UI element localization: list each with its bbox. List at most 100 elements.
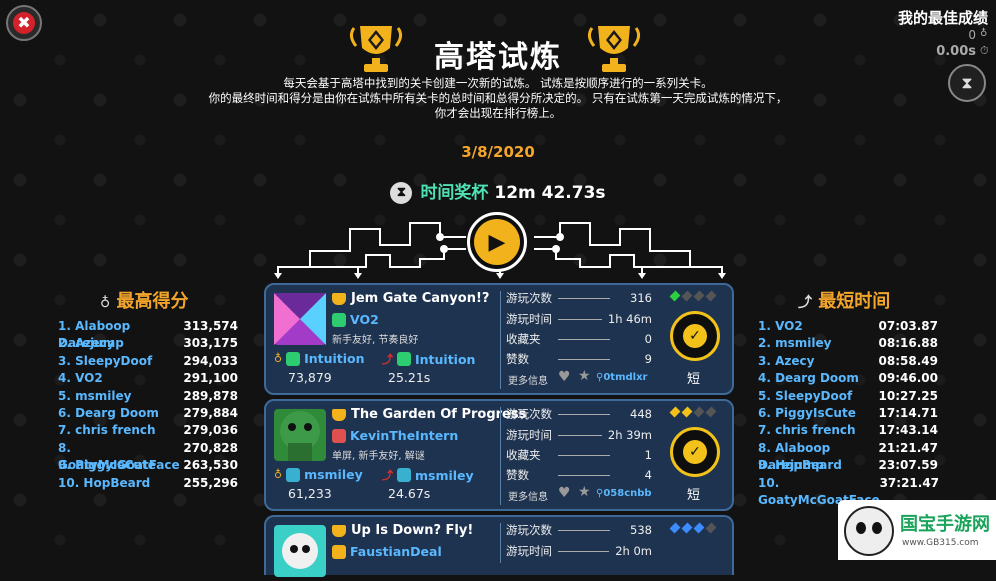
stat-label: 游玩时间: [506, 428, 552, 442]
desc-line: 你的最终时间和得分是由你在试炼中所有关卡的总时间和总得分所决定的。 只有在试炼第…: [208, 91, 788, 105]
player-name: 6. Dearg Doom: [58, 405, 159, 420]
leaderboard-row[interactable]: 10. HopBeard 255,296: [58, 475, 238, 492]
level-maker[interactable]: VO2: [332, 312, 379, 327]
heart-icon[interactable]: ♥: [558, 486, 573, 500]
leaderboard-row[interactable]: 10. GoatyMcGoatFace 37:21.47: [758, 475, 939, 507]
stat-value: 2h 0m: [615, 544, 652, 558]
time-record-holder[interactable]: ⤴ Intuition: [382, 351, 475, 367]
high-score-header: ♁ 最高得分: [100, 287, 189, 313]
play-icon: ▶: [474, 219, 520, 265]
score-value: 255,296: [183, 475, 238, 490]
score-value: 294,033: [183, 353, 238, 368]
leaderboard-row[interactable]: 6. PiggyIsCute 17:14.71: [758, 405, 938, 422]
time-value: 17:14.71: [878, 405, 938, 420]
leaderboard-row[interactable]: 8. Alaboop Darejump 21:21.47: [758, 440, 938, 472]
leaderboard-row[interactable]: 8. GoatyMcGoatFace 270,828: [58, 440, 238, 472]
time-value: 10:27.25: [878, 388, 938, 403]
desc-line: 每天会基于高塔中找到的关卡创建一次新的试炼。 试炼是按顺序进行的一系列关卡。: [283, 76, 713, 90]
stat-value: 316: [630, 291, 652, 305]
leaderboard-row[interactable]: 5. SleepyDoof 10:27.25: [758, 388, 938, 405]
more-info-button[interactable]: 更多信息: [508, 488, 548, 503]
leaderboard-row[interactable]: 1. Alaboop Darejump 313,574: [58, 318, 238, 351]
best-score-value: 0: [968, 28, 976, 42]
star-icon[interactable]: ★: [578, 485, 591, 499]
player-name: 3. SleepyDoof: [58, 353, 153, 368]
leaderboard-row[interactable]: 3. Azecy 08:58.49: [758, 353, 938, 370]
start-trial-button[interactable]: ▶: [467, 212, 527, 272]
score-value: 291,100: [183, 371, 238, 386]
leaderboard-row[interactable]: 4. Dearg Doom 09:46.00: [758, 370, 938, 387]
desc-line: 你才会出现在排行榜上。: [434, 106, 562, 120]
leaderboard-row[interactable]: 6. Dearg Doom 279,884: [58, 405, 238, 422]
player-name: 7. chris french: [58, 423, 156, 438]
heart-icon[interactable]: ♥: [558, 370, 573, 384]
level-length: 短: [687, 488, 701, 503]
leaderboard-row[interactable]: 2. msmiley 08:16.88: [758, 335, 938, 352]
play-level-button[interactable]: ✓: [670, 427, 720, 477]
more-info-button[interactable]: 更多信息: [508, 372, 548, 387]
player-name: 9. HopBeard: [758, 458, 842, 473]
stat-value: 1h 46m: [607, 312, 652, 326]
score-value: 263,530: [183, 458, 238, 473]
player-name: 5. SleepyDoof: [758, 388, 853, 403]
avatar: [286, 467, 301, 482]
holder-name: msmiley: [304, 467, 363, 482]
shortest-time-list: 1. VO2 07:03.87 2. msmiley 08:16.88 3. Aze…: [758, 318, 939, 507]
level-card[interactable]: The Garden Of Progress KevinTheIntern 单屏…: [264, 399, 734, 511]
avatar: [332, 544, 346, 559]
time-record-holder[interactable]: ⤴ msmiley: [382, 467, 474, 483]
player-name: 1. Alaboop Darejump: [58, 319, 131, 351]
medal-icon: ♁: [274, 468, 283, 481]
leaderboard-row[interactable]: 4. VO2 291,100: [58, 370, 238, 387]
level-code[interactable]: ⚲0tmdlxr: [596, 372, 647, 383]
player-name: 10. HopBeard: [58, 475, 151, 490]
level-maker[interactable]: KevinTheIntern: [332, 428, 458, 443]
stat-label: 收藏夹: [506, 448, 541, 462]
level-maker[interactable]: FaustianDeal: [332, 544, 442, 559]
stat-label: 游玩次数: [506, 523, 552, 537]
leaderboard-row[interactable]: 1. VO2 07:03.87: [758, 318, 938, 335]
leaderboard-row[interactable]: 7. chris french 17:43.14: [758, 422, 938, 439]
level-card[interactable]: Jem Gate Canyon!? VO2 新手友好, 节奏良好 ♁ Intuit…: [264, 283, 734, 395]
star-icon[interactable]: ★: [578, 369, 591, 383]
level-title-text: Up Is Down? Fly!: [351, 523, 474, 538]
watermark-url: www.GB315.com: [902, 538, 979, 548]
trophy-icon: [332, 292, 346, 305]
level-title-text: Jem Gate Canyon!?: [351, 291, 490, 306]
stat-plays: 游玩次数 538: [506, 522, 652, 538]
boot-icon: ⤴: [382, 353, 393, 366]
level-code[interactable]: ⚲058cnbb: [596, 488, 652, 499]
check-icon: ✓: [683, 440, 707, 464]
stat-playtime: 游玩时间 2h 39m: [506, 427, 652, 443]
divider: [500, 291, 501, 389]
leaderboard-row[interactable]: 2. Azecy 303,175: [58, 335, 238, 352]
level-tags: 单屏, 新手友好, 解谜: [332, 451, 425, 462]
level-card[interactable]: Up Is Down? Fly! FaustianDeal 游玩次数 538 游玩…: [264, 515, 734, 577]
score-record-holder[interactable]: ♁ msmiley: [274, 467, 363, 482]
leaderboard-row[interactable]: 5. msmiley 289,878: [58, 388, 238, 405]
score-record-holder[interactable]: ♁ Intuition: [274, 351, 365, 366]
trophy-icon: [332, 408, 346, 421]
player-name: 2. Azecy: [58, 336, 115, 351]
level-tags: 新手友好, 节奏良好: [332, 335, 419, 346]
maker-name: KevinTheIntern: [350, 428, 459, 443]
medal-icon: ♁: [980, 28, 988, 39]
player-name: 1. VO2: [758, 319, 803, 333]
close-icon: ✖: [13, 12, 35, 34]
level-thumbnail: [274, 293, 326, 345]
player-name: 9. PiggyIsCute: [58, 458, 156, 473]
stat-value: 9: [644, 352, 652, 366]
leaderboard-row[interactable]: 9. PiggyIsCute 263,530: [58, 457, 238, 474]
difficulty-gem: [681, 522, 693, 534]
leaderboard-row[interactable]: 7. chris french 279,036: [58, 422, 238, 439]
play-level-button[interactable]: ✓: [670, 311, 720, 361]
time-value: 21:21.47: [878, 440, 938, 455]
leaderboard-row[interactable]: 9. HopBeard 23:07.59: [758, 457, 938, 474]
difficulty-indicator: [669, 290, 717, 302]
leaderboard-row[interactable]: 3. SleepyDoof 294,033: [58, 353, 238, 370]
holder-name: msmiley: [415, 467, 474, 483]
player-name: 4. VO2: [58, 371, 103, 386]
hourglass-button[interactable]: ⧗: [948, 64, 986, 102]
medal-icon: ♁: [274, 352, 283, 365]
stat-label: 收藏夹: [506, 332, 541, 346]
